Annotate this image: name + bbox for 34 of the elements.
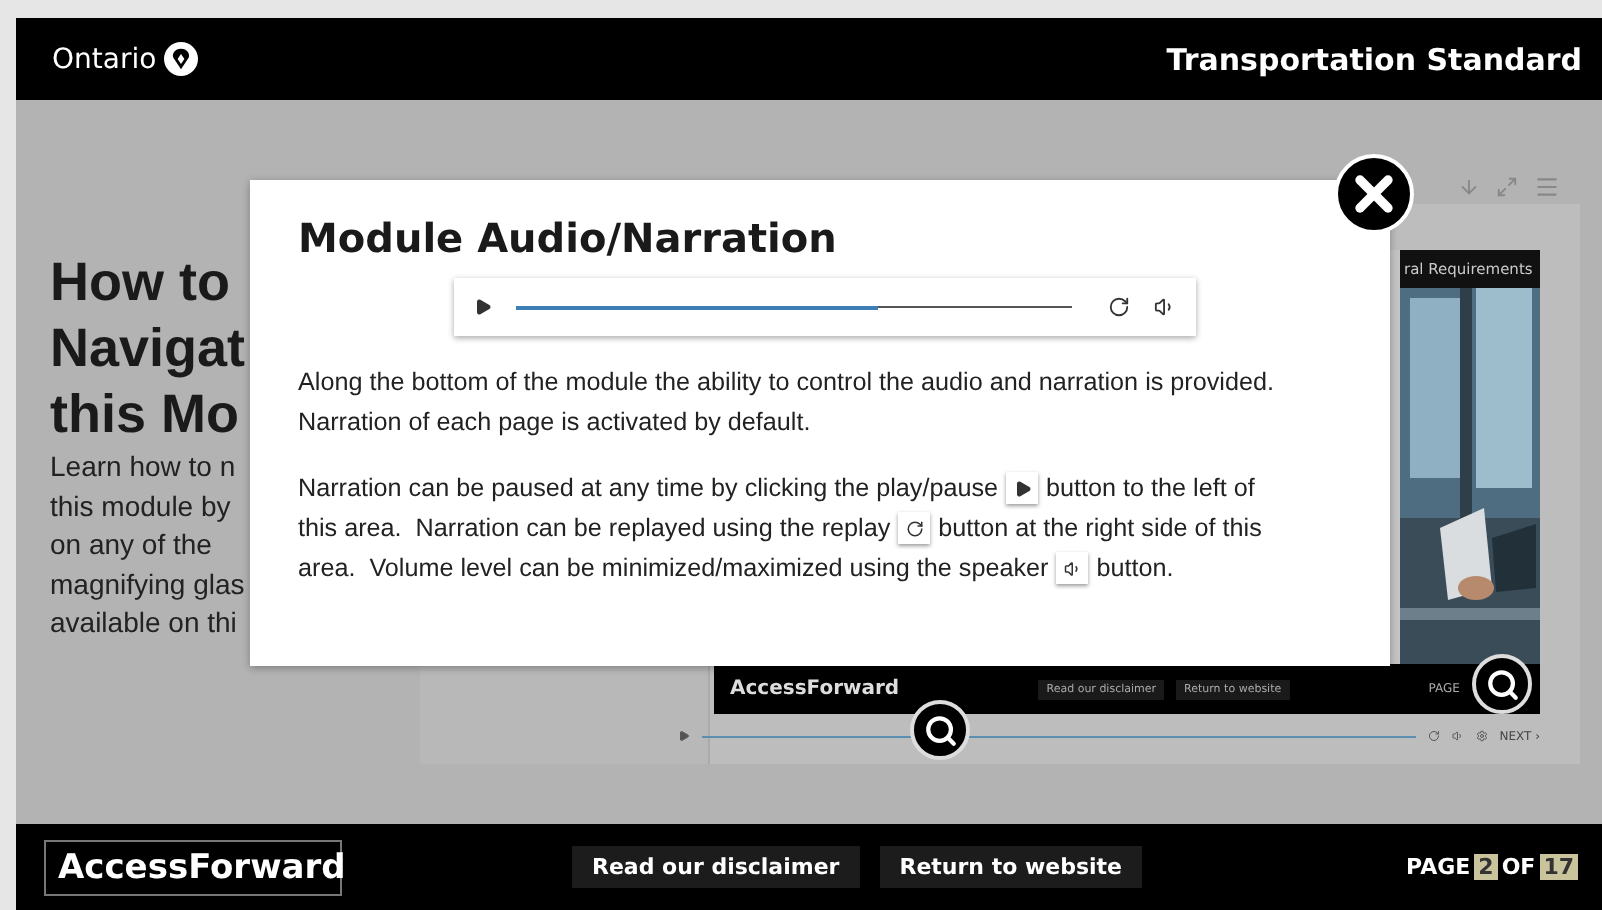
intro-text: on any of the — [50, 526, 212, 564]
intro-text: this module by — [50, 487, 231, 526]
footer-button[interactable]: Return to website — [879, 846, 1143, 888]
settings-icon[interactable] — [1475, 730, 1488, 742]
footer-button[interactable]: Read our disclaimer — [572, 846, 860, 888]
replay-icon[interactable] — [1108, 296, 1130, 318]
page-heading: How to — [50, 250, 230, 316]
speaker-icon[interactable] — [1154, 296, 1176, 318]
page-of-label: OF — [1501, 854, 1536, 880]
zoom-button[interactable] — [910, 700, 970, 760]
dialog-title: Module Audio/Narration — [298, 214, 839, 262]
dialog-text: Along the bottom of the module the ability to control the audio and narration is provided. — [298, 366, 1274, 400]
page-heading: Navigat — [50, 316, 246, 382]
current-page: 2 — [1474, 854, 1498, 880]
slide-logo: AccessForward — [730, 678, 900, 700]
search-icon — [923, 713, 957, 747]
page-heading: this Mo — [50, 382, 239, 448]
brand-name: Ontario — [52, 43, 157, 75]
course-title: Transportation Standard — [1166, 41, 1582, 77]
dialog-text: area. Volume level can be minimized/maximized using the speaker — [298, 552, 1049, 586]
dialog-text: Narration of each page is activated by default. — [298, 406, 811, 440]
dialog-text: button at the right side of this — [938, 512, 1262, 546]
dialog-text: button to the left of — [1046, 472, 1255, 506]
intro-text: Learn how to n — [50, 448, 236, 486]
total-pages: 17 — [1539, 854, 1578, 880]
page-label: PAGE — [1406, 854, 1471, 880]
intro-text: available on thi — [50, 604, 237, 642]
dialog-text: Narration can be paused at any time by clicking the play/pause — [298, 472, 999, 506]
search-icon — [1485, 667, 1519, 701]
footer-logo: AccessForward — [44, 839, 342, 895]
intro-text: magnifying glas — [50, 565, 245, 604]
play-icon[interactable] — [474, 298, 492, 316]
dialog-text: button. — [1096, 552, 1174, 586]
dialog-text: this area. Narration can be replayed using the replay — [298, 512, 891, 546]
